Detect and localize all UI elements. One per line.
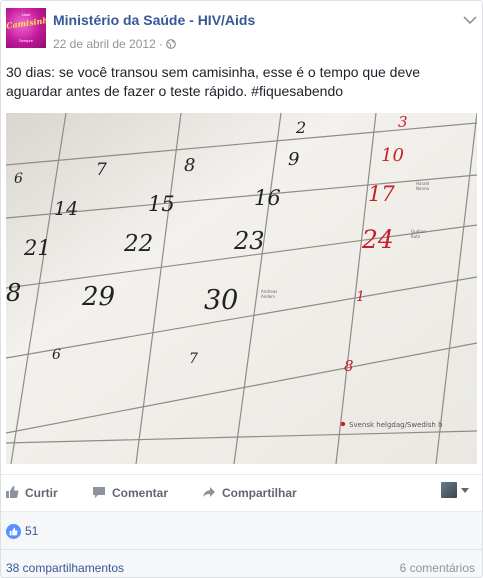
cal-number: 8	[344, 357, 354, 375]
cal-number: 3	[398, 113, 408, 131]
post-photo[interactable]: 2 3 6 7 8 9 10 14 15 16 17 21 22 23 24 8…	[6, 113, 477, 464]
cal-note: Rutn	[411, 234, 421, 239]
avatar-bottom-text: Sempre	[18, 38, 33, 43]
like-reaction-icon[interactable]	[6, 524, 21, 539]
cal-number: 8	[184, 155, 195, 176]
avatar-logo-text: Camisinha	[6, 14, 46, 31]
shares-count-link[interactable]: 38 compartilhamentos	[6, 561, 124, 575]
page-name-link[interactable]: Ministério da Saúde - HIV/Aids	[53, 12, 255, 28]
cal-number: 17	[368, 182, 395, 206]
thumbs-up-icon	[6, 486, 19, 498]
page-avatar[interactable]: Usar Camisinha Sempre	[6, 8, 46, 48]
holiday-dot	[340, 421, 346, 427]
meta-separator: ·	[158, 37, 163, 51]
share-arrow-icon	[203, 487, 215, 497]
globe-icon	[165, 39, 176, 49]
cal-note: Anders	[261, 294, 275, 299]
post-meta: 22 de abril de 2012 ·	[53, 37, 176, 51]
post-footer: 38 compartilhamentos 6 comentários	[1, 549, 482, 577]
cal-number: 8	[6, 279, 21, 307]
cal-number: 10	[381, 145, 404, 166]
cal-number: 7	[96, 160, 107, 180]
cal-number: 2	[295, 118, 306, 137]
like-count[interactable]: 51	[25, 524, 38, 538]
cal-number: 16	[254, 186, 281, 210]
cal-number: 6	[52, 347, 61, 363]
like-label: Curtir	[25, 486, 58, 500]
share-label: Compartilhar	[222, 486, 297, 500]
calendar-image: 2 3 6 7 8 9 10 14 15 16 17 21 22 23 24 8…	[6, 113, 477, 464]
comment-label: Comentar	[112, 486, 169, 500]
cal-number: 15	[148, 192, 175, 216]
facebook-post: Usar Camisinha Sempre Ministério da Saúd…	[0, 0, 483, 578]
calendar-footer-text: Svensk helgdag/Swedish h	[349, 421, 443, 429]
user-avatar	[441, 482, 457, 498]
comment-icon	[93, 487, 105, 498]
caret-down-icon	[461, 488, 469, 493]
action-bar: Curtir Comentar Compartilhar	[1, 474, 482, 510]
reactions-bar: 51	[1, 511, 482, 549]
comments-count-link[interactable]: 6 comentários	[400, 561, 475, 575]
cal-number: 24	[361, 225, 394, 254]
cal-number: 14	[54, 198, 78, 220]
cal-number: 7	[189, 351, 198, 367]
cal-number: 29	[81, 282, 115, 312]
post-date[interactable]: 22 de abril de 2012	[53, 37, 156, 51]
cal-number: 6	[14, 171, 23, 187]
cal-number: 1	[356, 289, 365, 305]
profile-selector[interactable]	[441, 482, 481, 500]
cal-number: 21	[23, 236, 51, 260]
post-text: 30 dias: se você transou sem camisinha, …	[6, 64, 421, 99]
chevron-down-icon[interactable]	[463, 15, 477, 25]
cal-number: 30	[204, 285, 238, 316]
cal-note: Nanna	[416, 186, 430, 191]
cal-number: 22	[123, 231, 153, 257]
cal-number: 23	[233, 227, 265, 255]
cal-number: 9	[288, 149, 299, 170]
